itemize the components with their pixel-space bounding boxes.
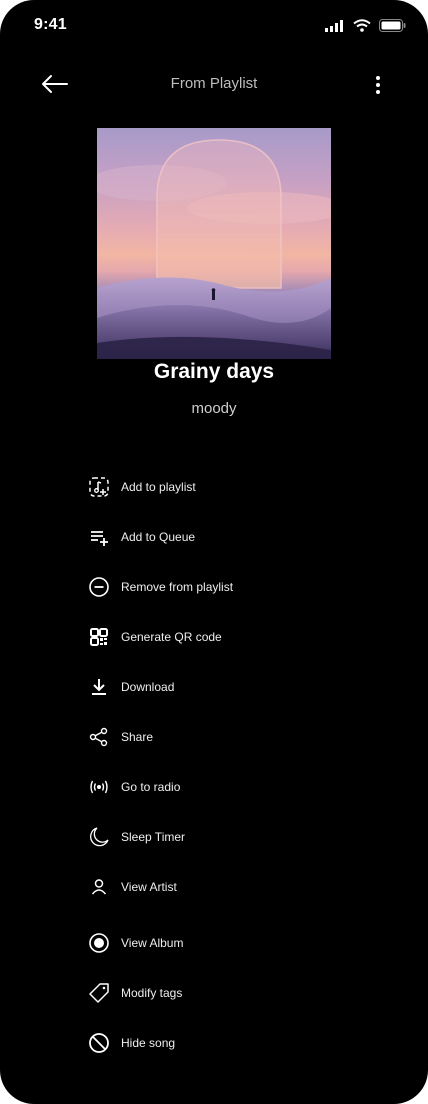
- menu-item-label: Modify tags: [121, 986, 183, 1000]
- moon-icon: [88, 826, 110, 848]
- phone-screen: 9:41 From Playlist Grainy days moody Add…: [0, 0, 428, 1104]
- menu-item-label: View Album: [121, 936, 184, 950]
- signal-icon: [325, 19, 343, 32]
- share-icon: [88, 726, 110, 748]
- menu-item-label: Add to playlist: [121, 480, 196, 494]
- menu-item-label: Remove from playlist: [121, 580, 234, 594]
- menu-item-sleep-timer[interactable]: Sleep Timer: [88, 822, 185, 852]
- page-title: From Playlist: [170, 75, 258, 92]
- status-icons: [325, 19, 406, 32]
- more-options-icon[interactable]: [368, 74, 388, 96]
- menu-item-label: Sleep Timer: [121, 830, 186, 844]
- menu-item-label: Add to Queue: [121, 530, 196, 544]
- add-to-queue-icon: [88, 526, 110, 548]
- remove-circle-icon: [88, 576, 110, 598]
- menu-item-download[interactable]: Download: [88, 672, 174, 702]
- top-bar: From Playlist: [0, 60, 428, 110]
- menu-item-label: View Artist: [121, 880, 177, 894]
- menu-item-view-artist[interactable]: View Artist: [88, 872, 177, 902]
- status-bar: 9:41: [0, 0, 428, 52]
- menu-item-label: Go to radio: [121, 780, 181, 794]
- tag-icon: [88, 982, 110, 1004]
- battery-icon: [379, 19, 406, 32]
- menu-item-view-album[interactable]: View Album: [88, 928, 183, 958]
- menu-item-hide-song[interactable]: Hide song: [88, 1028, 175, 1058]
- song-subtitle: moody: [191, 400, 237, 417]
- qr-code-icon: [88, 626, 110, 648]
- album-icon: [88, 932, 110, 954]
- menu-item-label: Download: [121, 680, 175, 694]
- menu-item-add-to-queue[interactable]: Add to Queue: [88, 522, 195, 552]
- menu-item-label: Share: [121, 730, 154, 744]
- person-icon: [88, 876, 110, 898]
- menu-item-modify-tags[interactable]: Modify tags: [88, 978, 182, 1008]
- song-title: Grainy days: [153, 360, 275, 383]
- album-artwork: [97, 128, 331, 359]
- menu-item-remove-from-playlist[interactable]: Remove from playlist: [88, 572, 233, 602]
- radio-icon: [88, 776, 110, 798]
- menu-item-go-to-radio[interactable]: Go to radio: [88, 772, 180, 802]
- download-icon: [88, 676, 110, 698]
- hide-icon: [88, 1032, 110, 1054]
- status-time: 9:41: [34, 16, 67, 33]
- wifi-icon: [353, 19, 371, 32]
- menu-item-label: Generate QR code: [121, 630, 222, 644]
- menu-item-add-to-playlist[interactable]: Add to playlist: [88, 472, 196, 502]
- add-to-playlist-icon: [88, 476, 110, 498]
- menu-item-label: Hide song: [121, 1036, 176, 1050]
- menu-item-generate-qr[interactable]: Generate QR code: [88, 622, 222, 652]
- menu-item-share[interactable]: Share: [88, 722, 153, 752]
